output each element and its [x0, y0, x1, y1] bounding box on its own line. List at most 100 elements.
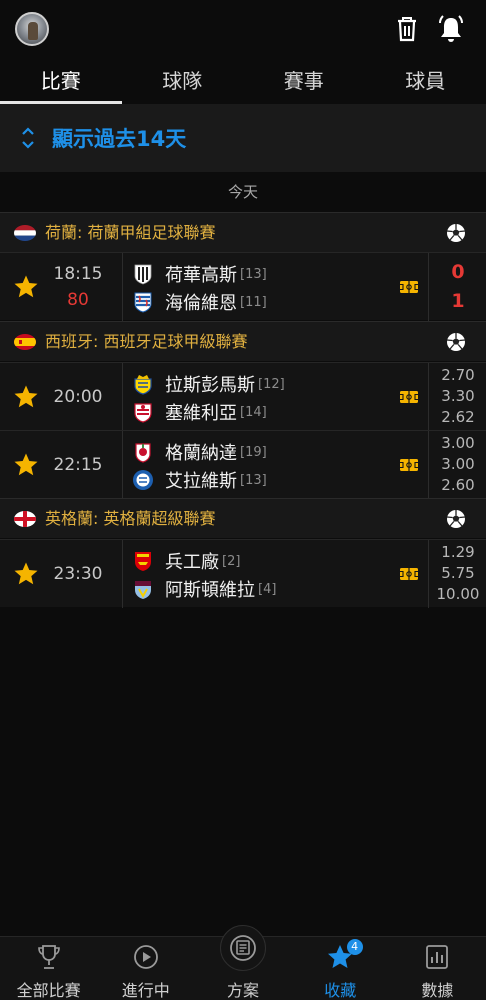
pitch-icon[interactable]	[399, 457, 419, 473]
heerenveen-crest-icon	[134, 292, 152, 313]
match-time: 23:30	[52, 540, 104, 608]
favorite-star-icon[interactable]	[13, 452, 39, 478]
soccer-ball-icon	[446, 510, 466, 528]
home-team: 荷華高斯 [13]	[132, 261, 267, 287]
league-name: 荷蘭: 荷蘭甲組足球聯賽	[45, 223, 216, 242]
divider	[122, 253, 123, 321]
home-score: 0	[451, 261, 465, 283]
kickoff-time: 20:00	[53, 387, 103, 407]
match-row[interactable]: 23:30 兵工廠 [2] 阿斯頓維拉 [4] 1.29 5.75 10.00	[0, 539, 486, 608]
away-team: 塞維利亞 [14]	[132, 399, 267, 425]
odds-away: 2.62	[441, 408, 475, 426]
team-name: 格蘭納達	[165, 443, 237, 464]
sevilla-crest-icon	[134, 403, 152, 423]
team-rank: [11]	[240, 294, 267, 310]
bottom-nav: 全部比賽 進行中 方案 4 收藏 數據	[0, 925, 486, 1000]
league-header-spain[interactable]: 西班牙: 西班牙足球甲級聯賽	[0, 321, 486, 361]
kickoff-time: 18:15	[53, 264, 103, 284]
team-rank: [19]	[240, 444, 267, 460]
match-time: 20:00	[52, 363, 104, 431]
stats-icon	[426, 945, 449, 969]
away-team: 艾拉維斯 [13]	[132, 467, 267, 493]
favorites-count-badge: 4	[346, 939, 363, 955]
team-rank: [4]	[258, 581, 277, 597]
nav-stats[interactable]: 數據	[389, 937, 486, 1000]
user-avatar[interactable]	[15, 12, 49, 46]
granada-crest-icon	[135, 443, 151, 463]
pitch-icon[interactable]	[399, 279, 419, 295]
pitch-icon[interactable]	[399, 389, 419, 405]
away-team: 海倫維恩 [11]	[132, 289, 267, 315]
match-row[interactable]: 22:15 格蘭納達 [19] 艾拉維斯 [13] 3.00 3.00 2.60	[0, 430, 486, 499]
nav-label: 進行中	[121, 981, 170, 1000]
team-rank: [13]	[240, 472, 267, 488]
trash-icon[interactable]	[392, 14, 422, 44]
odds-away: 10.00	[436, 585, 480, 603]
kickoff-time: 22:15	[53, 455, 103, 475]
home-team: 拉斯彭馬斯 [12]	[132, 371, 285, 397]
nav-label: 方案	[227, 981, 260, 1000]
aston-villa-crest-icon	[135, 581, 151, 599]
odds-away: 2.60	[441, 476, 475, 494]
nav-label: 全部比賽	[16, 981, 81, 1000]
odds-draw: 3.30	[441, 387, 475, 405]
team-name: 兵工廠	[165, 552, 219, 573]
favorite-star-icon[interactable]	[13, 384, 39, 410]
nav-all-matches[interactable]: 全部比賽	[0, 937, 97, 1000]
league-name: 西班牙: 西班牙足球甲級聯賽	[45, 332, 248, 351]
kickoff-time: 23:30	[53, 564, 103, 584]
main-tabs: 比賽 球隊 賽事 球員	[0, 58, 486, 104]
league-header-england[interactable]: 英格蘭: 英格蘭超級聯賽	[0, 498, 486, 538]
match-time: 18:15 80	[52, 253, 104, 321]
team-rank: [12]	[258, 376, 285, 392]
team-name: 塞維利亞	[165, 403, 237, 424]
show-past-days-button[interactable]: 顯示過去14天	[0, 104, 486, 172]
match-row[interactable]: 18:15 80 荷華高斯 [13] 海倫維恩 [11] 0 1	[0, 252, 486, 321]
pitch-icon[interactable]	[399, 566, 419, 582]
trophy-icon	[37, 945, 60, 969]
plan-icon	[230, 935, 256, 961]
team-name: 阿斯頓維拉	[165, 580, 255, 601]
divider	[428, 363, 429, 431]
tab-matches[interactable]: 比賽	[0, 58, 122, 104]
tab-competitions[interactable]: 賽事	[243, 58, 365, 104]
home-team: 格蘭納達 [19]	[132, 439, 267, 465]
alaves-crest-icon	[133, 470, 153, 490]
nav-live[interactable]: 進行中	[97, 937, 194, 1000]
nav-favorites[interactable]: 4 收藏	[292, 937, 389, 1000]
tab-players[interactable]: 球員	[365, 58, 486, 104]
divider	[428, 253, 429, 321]
league-header-netherlands[interactable]: 荷蘭: 荷蘭甲組足球聯賽	[0, 212, 486, 252]
nav-label: 數據	[421, 981, 454, 1000]
favorite-star-icon[interactable]	[13, 274, 39, 300]
soccer-ball-icon	[446, 333, 466, 351]
match-time: 22:15	[52, 431, 104, 499]
match-row[interactable]: 20:00 拉斯彭馬斯 [12] 塞維利亞 [14] 2.70 3.30 2.6…	[0, 362, 486, 431]
divider	[122, 363, 123, 431]
nav-plans[interactable]: 方案	[194, 925, 291, 1000]
spain-flag-icon	[14, 334, 36, 350]
past-days-label: 顯示過去14天	[52, 127, 187, 151]
home-team: 兵工廠 [2]	[132, 548, 240, 574]
sort-arrows-icon	[22, 127, 34, 149]
las-palmas-crest-icon	[134, 375, 152, 395]
tab-teams[interactable]: 球隊	[122, 58, 244, 104]
divider	[122, 540, 123, 608]
odds-draw: 5.75	[441, 564, 475, 582]
favorite-star-icon[interactable]	[13, 561, 39, 587]
divider	[428, 431, 429, 499]
soccer-ball-icon	[446, 224, 466, 242]
england-flag-icon	[14, 511, 36, 527]
team-name: 拉斯彭馬斯	[165, 375, 255, 396]
bell-icon[interactable]	[436, 14, 466, 44]
team-name: 艾拉維斯	[165, 471, 237, 492]
odds-draw: 3.00	[441, 455, 475, 473]
divider	[122, 431, 123, 499]
nav-label: 收藏	[324, 981, 357, 1000]
away-team: 阿斯頓維拉 [4]	[132, 576, 276, 602]
team-rank: [2]	[222, 553, 241, 569]
live-minute: 80	[67, 290, 89, 310]
league-name: 英格蘭: 英格蘭超級聯賽	[45, 509, 216, 528]
top-bar	[0, 0, 486, 58]
play-icon	[133, 945, 158, 969]
